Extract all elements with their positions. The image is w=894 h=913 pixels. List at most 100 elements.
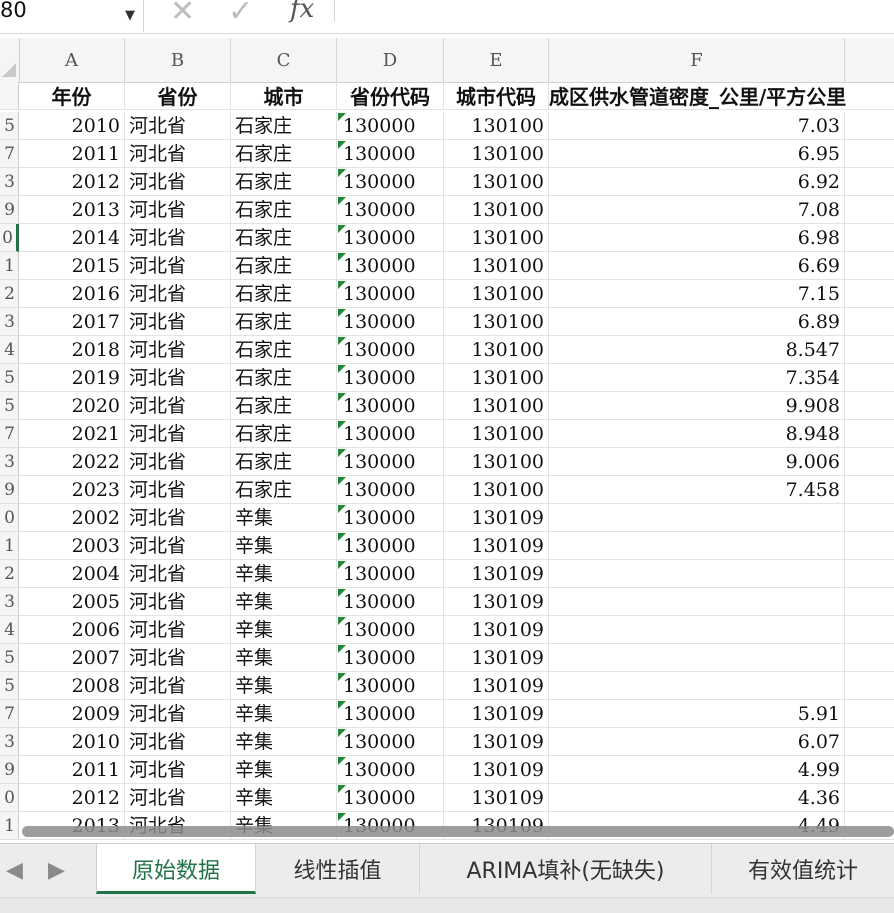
cell-province-code[interactable]: 130000 [337, 140, 444, 168]
cell-year[interactable]: 2013 [19, 196, 125, 224]
column-header-b[interactable]: B [125, 38, 231, 82]
cell-density[interactable]: 9.908 [549, 392, 845, 420]
cell-province[interactable]: 河北省 [125, 448, 231, 476]
cell-province-code[interactable]: 130000 [337, 756, 444, 784]
check-icon[interactable]: ✓ [228, 0, 253, 29]
name-box-value[interactable]: 80 [0, 0, 27, 21]
row-number[interactable]: 4 [0, 616, 19, 644]
cell-province[interactable]: 河北省 [125, 168, 231, 196]
name-box[interactable]: 80 ▼ [0, 0, 144, 32]
cell-empty[interactable] [845, 280, 894, 308]
cell-city[interactable]: 石家庄 [231, 280, 337, 308]
cell-year[interactable]: 2010 [19, 112, 125, 140]
row-number[interactable]: 0 [0, 504, 19, 532]
cell-density[interactable]: 4.99 [549, 756, 845, 784]
cell-province[interactable]: 河北省 [125, 728, 231, 756]
cell-empty[interactable] [845, 560, 894, 588]
cell-province-code[interactable]: 130000 [337, 504, 444, 532]
row-number[interactable]: 3 [0, 168, 19, 196]
cell-province-code[interactable]: 130000 [337, 168, 444, 196]
cell-density[interactable]: 7.354 [549, 364, 845, 392]
cell-year[interactable]: 2012 [19, 784, 125, 812]
cell-empty[interactable] [845, 700, 894, 728]
column-header-f[interactable]: F [549, 38, 845, 82]
cell-province[interactable]: 河北省 [125, 560, 231, 588]
cell-empty[interactable] [845, 756, 894, 784]
cell-density[interactable] [549, 532, 845, 560]
cell-year[interactable]: 2009 [19, 700, 125, 728]
cell-empty[interactable] [845, 616, 894, 644]
cell-density[interactable]: 7.458 [549, 476, 845, 504]
cell-city[interactable]: 石家庄 [231, 420, 337, 448]
cell-year[interactable]: 2003 [19, 532, 125, 560]
cell-province-code[interactable]: 130000 [337, 252, 444, 280]
cell-year[interactable]: 2005 [19, 588, 125, 616]
cell-province-code[interactable]: 130000 [337, 364, 444, 392]
cell-density[interactable]: 6.89 [549, 308, 845, 336]
cell-city-code[interactable]: 130109 [444, 756, 549, 784]
cell-empty[interactable] [845, 112, 894, 140]
row-number[interactable]: 5 [0, 392, 19, 420]
cell-empty[interactable] [845, 728, 894, 756]
cell-province[interactable]: 河北省 [125, 336, 231, 364]
cell-city-code[interactable]: 130109 [444, 644, 549, 672]
cell-city-code[interactable]: 130100 [444, 364, 549, 392]
cell-city-code[interactable]: 130100 [444, 448, 549, 476]
tab-linear-interpolation[interactable]: 线性插值 [256, 844, 420, 894]
cell-empty[interactable] [845, 308, 894, 336]
row-number[interactable]: 3 [0, 728, 19, 756]
cell-province[interactable]: 河北省 [125, 280, 231, 308]
cell-province[interactable]: 河北省 [125, 224, 231, 252]
cell-city[interactable]: 石家庄 [231, 448, 337, 476]
cell-city-code[interactable]: 130100 [444, 196, 549, 224]
cell-city-code[interactable]: 130100 [444, 252, 549, 280]
cell-province[interactable]: 河北省 [125, 420, 231, 448]
cell-empty[interactable] [845, 532, 894, 560]
cell-empty[interactable] [845, 392, 894, 420]
cell-province-code[interactable]: 130000 [337, 784, 444, 812]
cell-province-code[interactable]: 130000 [337, 392, 444, 420]
cell-province-code[interactable]: 130000 [337, 112, 444, 140]
cell-year[interactable]: 2002 [19, 504, 125, 532]
cell-year[interactable]: 2011 [19, 756, 125, 784]
cell-province-code[interactable]: 130000 [337, 476, 444, 504]
row-number[interactable]: 5 [0, 672, 19, 700]
cell-density[interactable]: 8.547 [549, 336, 845, 364]
select-all-icon[interactable] [2, 63, 16, 77]
cell-city[interactable]: 石家庄 [231, 224, 337, 252]
cell-year[interactable]: 2017 [19, 308, 125, 336]
cell-empty[interactable] [845, 448, 894, 476]
cell-province-code[interactable]: 130000 [337, 420, 444, 448]
cell-city[interactable]: 石家庄 [231, 112, 337, 140]
cell-city[interactable]: 石家庄 [231, 308, 337, 336]
cell-density[interactable]: 7.03 [549, 112, 845, 140]
cell-density[interactable]: 6.95 [549, 140, 845, 168]
cell-city[interactable]: 辛集 [231, 644, 337, 672]
cell-province-code[interactable]: 130000 [337, 672, 444, 700]
cell-empty[interactable] [845, 504, 894, 532]
cell-city[interactable]: 石家庄 [231, 196, 337, 224]
row-number[interactable]: 2 [0, 280, 19, 308]
row-number[interactable]: 7 [0, 420, 19, 448]
tab-raw-data[interactable]: 原始数据 [96, 844, 256, 894]
cell-city[interactable]: 石家庄 [231, 140, 337, 168]
cell-province[interactable]: 河北省 [125, 700, 231, 728]
cell-year[interactable]: 2014 [19, 224, 125, 252]
cell-empty[interactable] [845, 420, 894, 448]
cell-province[interactable]: 河北省 [125, 392, 231, 420]
cell-province[interactable]: 河北省 [125, 504, 231, 532]
cell-city-code[interactable]: 130100 [444, 280, 549, 308]
cell-density[interactable] [549, 644, 845, 672]
triangle-right-icon[interactable]: ▶ [48, 858, 65, 883]
horizontal-scrollbar[interactable] [22, 826, 894, 837]
row-number[interactable]: 5 [0, 112, 19, 140]
cell-province-code[interactable]: 130000 [337, 560, 444, 588]
column-header-a[interactable]: A [19, 38, 125, 82]
cell-province-code[interactable]: 130000 [337, 280, 444, 308]
cell-province-code[interactable]: 130000 [337, 644, 444, 672]
cell-province-code[interactable]: 130000 [337, 700, 444, 728]
cell-empty[interactable] [845, 476, 894, 504]
cell-year[interactable]: 2007 [19, 644, 125, 672]
cell-empty[interactable] [845, 644, 894, 672]
cell-city-code[interactable]: 130100 [444, 140, 549, 168]
